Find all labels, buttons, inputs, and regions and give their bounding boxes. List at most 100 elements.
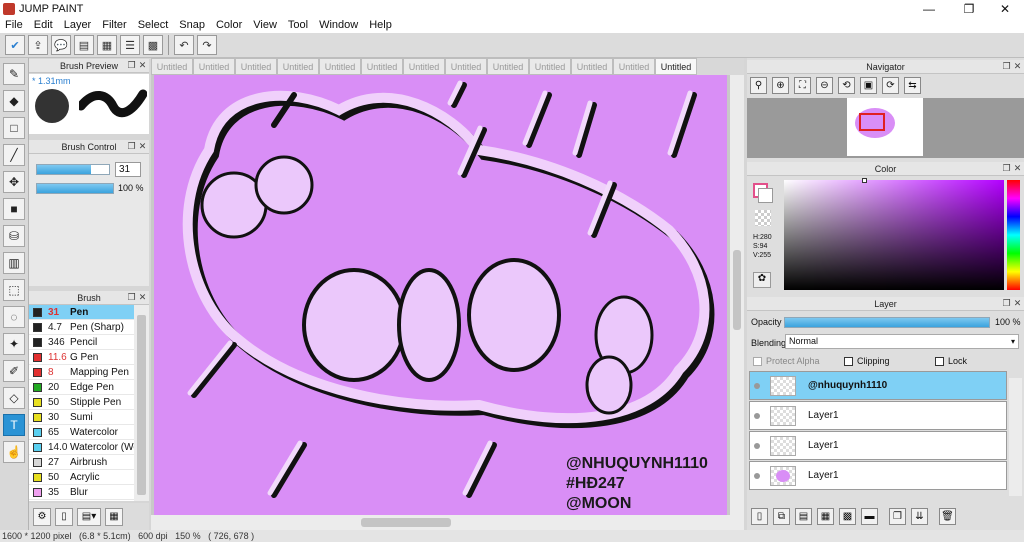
grid-icon[interactable]: ▩ xyxy=(143,35,163,55)
layer-list-scrollbar[interactable] xyxy=(1009,378,1022,496)
fit-icon[interactable]: ⛶ xyxy=(794,77,811,94)
brush-tool-icon[interactable]: ✎ xyxy=(3,63,25,85)
brush-item[interactable]: 8 Mapping Pen xyxy=(29,365,134,380)
layer-image-icon[interactable]: ▤ xyxy=(795,508,812,525)
secondary-color-swatch[interactable] xyxy=(758,188,773,203)
document-icon[interactable]: ▦ xyxy=(97,35,117,55)
tab-untitled[interactable]: Untitled xyxy=(319,58,361,75)
visibility-icon[interactable] xyxy=(754,442,760,449)
brush-opacity-slider[interactable] xyxy=(36,183,114,194)
tab-untitled[interactable]: Untitled xyxy=(193,58,235,75)
list-icon[interactable]: ☰ xyxy=(120,35,140,55)
brush-menu-icon[interactable]: ▤▾ xyxy=(77,507,101,526)
close-button[interactable]: ✕ xyxy=(988,0,1022,17)
tab-untitled[interactable]: Untitled xyxy=(613,58,655,75)
eraser-tool-icon[interactable]: ◆ xyxy=(3,90,25,112)
menu-help[interactable]: Help xyxy=(364,19,398,31)
hand-tool-icon[interactable]: ☝ xyxy=(3,441,25,463)
float-icon[interactable]: ❐ xyxy=(1002,61,1011,71)
float-icon[interactable]: ❐ xyxy=(127,292,136,302)
float-icon[interactable]: ❐ xyxy=(127,60,136,70)
zoom-in-icon[interactable]: ⊕ xyxy=(772,77,789,94)
brush-settings-icon[interactable]: ▦ xyxy=(105,507,123,526)
layer-row[interactable]: Layer1 xyxy=(749,401,1007,430)
message-icon[interactable]: ▤ xyxy=(74,35,94,55)
layer-row[interactable]: Layer1 xyxy=(749,461,1007,490)
rotate-right-icon[interactable]: ⟳ xyxy=(882,77,899,94)
brush-item[interactable]: 31 Pen xyxy=(29,305,134,320)
rotate-left-icon[interactable]: ⟲ xyxy=(838,77,855,94)
tab-untitled[interactable]: Untitled xyxy=(403,58,445,75)
canvas-vscroll-thumb[interactable] xyxy=(733,250,741,330)
close-icon[interactable]: ✕ xyxy=(1013,163,1022,173)
layer-texture-icon[interactable]: ▩ xyxy=(839,508,856,525)
duplicate-layer-icon[interactable]: ❐ xyxy=(889,508,906,525)
brush-item[interactable]: 65 Watercolor xyxy=(29,425,134,440)
layer-opacity-slider[interactable] xyxy=(784,317,990,328)
new-brush-icon[interactable]: ▯ xyxy=(55,507,73,526)
protect-alpha-checkbox[interactable] xyxy=(753,357,762,367)
actual-size-icon[interactable]: ▣ xyxy=(860,77,877,94)
menu-color[interactable]: Color xyxy=(211,19,248,31)
tab-untitled[interactable]: Untitled xyxy=(445,58,487,75)
brush-item[interactable]: 20 Edge Pen xyxy=(29,380,134,395)
fill-rect-tool-icon[interactable]: ■ xyxy=(3,198,25,220)
brush-item[interactable]: 35 Blur xyxy=(29,485,134,500)
float-icon[interactable]: ❐ xyxy=(1002,298,1011,308)
menu-layer[interactable]: Layer xyxy=(59,19,98,31)
undo-icon[interactable]: ↶ xyxy=(174,35,194,55)
zoom-icon[interactable]: ⚲ xyxy=(750,77,767,94)
tab-untitled[interactable]: Untitled xyxy=(655,58,697,75)
close-icon[interactable]: ✕ xyxy=(1013,61,1022,71)
clipping-option[interactable]: Clipping xyxy=(844,356,890,367)
float-icon[interactable]: ❐ xyxy=(127,141,136,151)
brush-item[interactable]: 50 Acrylic xyxy=(29,470,134,485)
canvas-vertical-scrollbar[interactable] xyxy=(730,75,744,515)
transparent-swatch[interactable] xyxy=(755,210,771,226)
maximize-button[interactable]: ❐ xyxy=(952,0,986,17)
float-icon[interactable]: ❐ xyxy=(1002,163,1011,173)
tab-untitled[interactable]: Untitled xyxy=(487,58,529,75)
layer-row[interactable]: @nhuquynh1110 xyxy=(749,371,1007,400)
close-icon[interactable]: ✕ xyxy=(138,292,147,302)
color-palette-icon[interactable]: ✿ xyxy=(753,272,771,288)
brush-item[interactable]: 27 Airbrush xyxy=(29,455,134,470)
canvas-horizontal-scrollbar[interactable] xyxy=(151,515,744,530)
tab-untitled[interactable]: Untitled xyxy=(235,58,277,75)
saturation-value-picker[interactable] xyxy=(784,178,1004,290)
tab-untitled[interactable]: Untitled xyxy=(571,58,613,75)
brush-size-slider[interactable] xyxy=(36,164,110,175)
tab-untitled[interactable]: Untitled xyxy=(277,58,319,75)
navigator-thumbnail[interactable] xyxy=(847,98,923,156)
hue-slider[interactable] xyxy=(1007,180,1020,290)
close-icon[interactable]: ✕ xyxy=(138,141,147,151)
brush-list-scroll-thumb[interactable] xyxy=(137,315,146,495)
new-layer-icon[interactable]: ▯ xyxy=(751,508,768,525)
flip-icon[interactable]: ⇆ xyxy=(904,77,921,94)
menu-select[interactable]: Select xyxy=(133,19,175,31)
canvas-hscroll-thumb[interactable] xyxy=(361,518,451,527)
copy-layer-icon[interactable]: ⧉ xyxy=(773,508,790,525)
brush-size-input[interactable]: 31 xyxy=(115,162,141,177)
bucket-tool-icon[interactable]: ⛁ xyxy=(3,225,25,247)
tab-untitled[interactable]: Untitled xyxy=(529,58,571,75)
brush-list-scrollbar[interactable] xyxy=(134,305,149,501)
brush-item[interactable]: 11.6 G Pen xyxy=(29,350,134,365)
rectangle-tool-icon[interactable]: □ xyxy=(3,117,25,139)
minimize-button[interactable]: — xyxy=(912,0,946,17)
brush-item[interactable]: 4.7 Pen (Sharp) xyxy=(29,320,134,335)
layer-row[interactable]: Layer1 xyxy=(749,431,1007,460)
menu-tool[interactable]: Tool xyxy=(283,19,314,31)
menu-window[interactable]: Window xyxy=(314,19,364,31)
line-tool-icon[interactable]: ╱ xyxy=(3,144,25,166)
select-rect-tool-icon[interactable]: ⬚ xyxy=(3,279,25,301)
comment-icon[interactable]: 💬 xyxy=(51,35,71,55)
menu-view[interactable]: View xyxy=(248,19,283,31)
select-pen-tool-icon[interactable]: ✐ xyxy=(3,360,25,382)
brush-item[interactable]: 346 Pencil xyxy=(29,335,134,350)
drawing-canvas[interactable]: @NHUQUYNH1110 #HĐ247 @MOON xyxy=(154,75,727,515)
merge-layer-icon[interactable]: ⇊ xyxy=(911,508,928,525)
tab-untitled[interactable]: Untitled xyxy=(361,58,403,75)
clipping-checkbox[interactable] xyxy=(844,357,853,367)
move-tool-icon[interactable]: ✥ xyxy=(3,171,25,193)
